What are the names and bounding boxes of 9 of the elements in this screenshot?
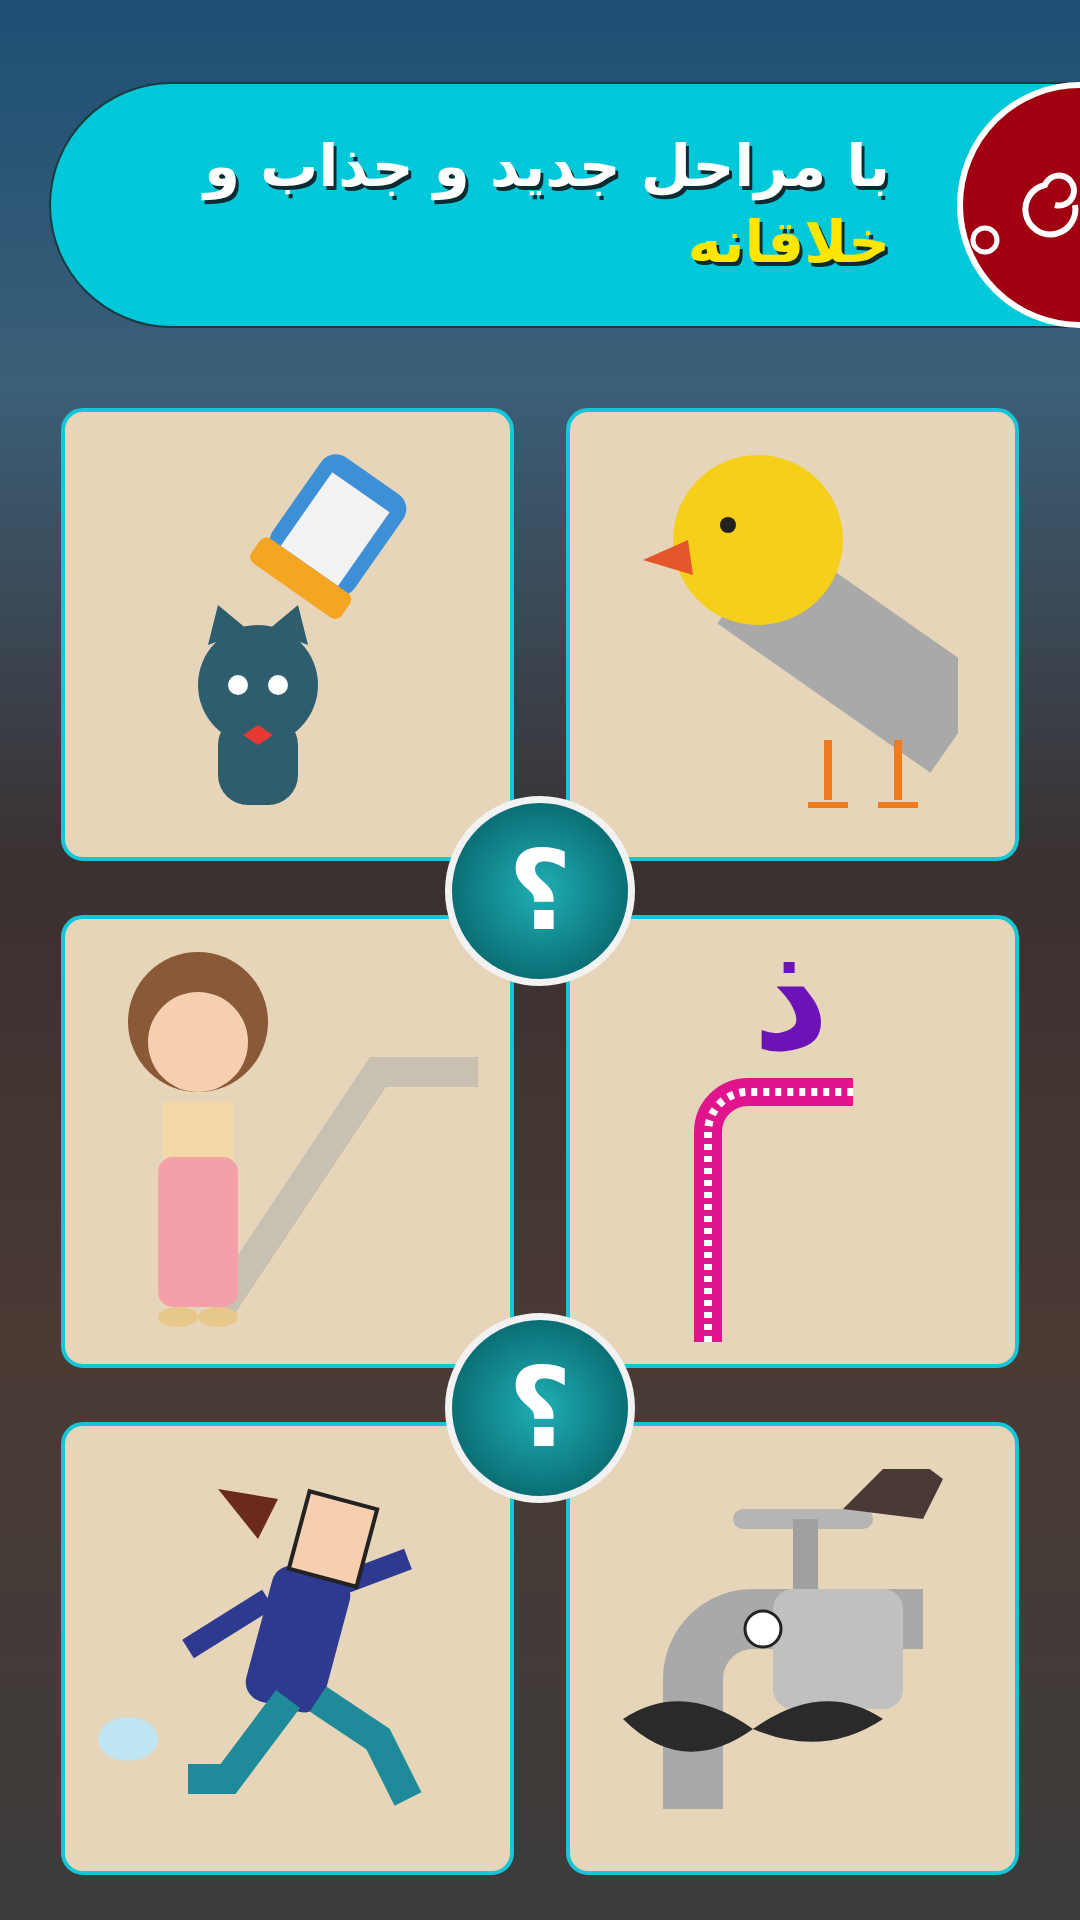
picture-card[interactable]: ذ	[566, 915, 1019, 1368]
picture-card[interactable]	[61, 915, 514, 1368]
swirl-logo-icon	[955, 80, 1080, 330]
picture-card[interactable]	[61, 408, 514, 861]
banner-title: با مراحل جدید و جذاب و	[203, 132, 890, 202]
banner-title: خلاقانه	[687, 208, 890, 278]
picture-card[interactable]	[566, 1422, 1019, 1875]
picture-card[interactable]	[61, 1422, 514, 1875]
letter: ذ	[752, 921, 830, 1072]
